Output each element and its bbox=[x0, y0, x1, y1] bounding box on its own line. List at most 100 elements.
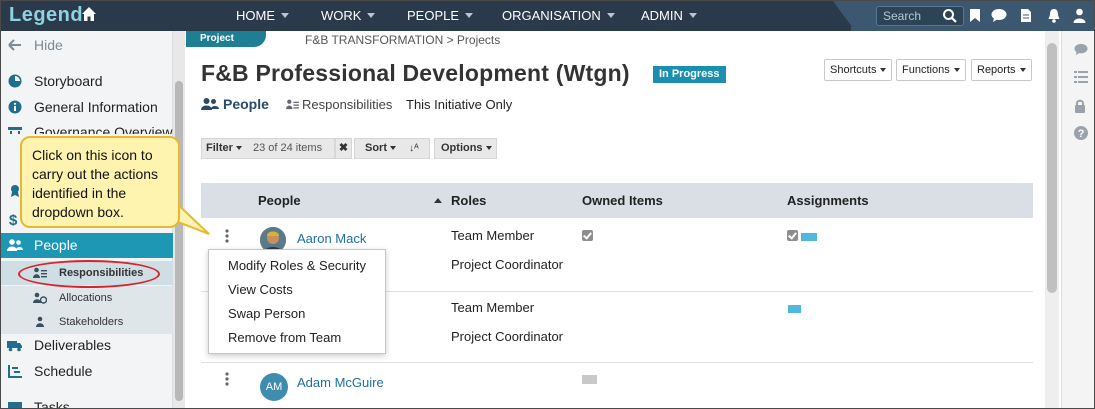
sidebar-item-people[interactable]: People bbox=[1, 233, 173, 258]
tab-people[interactable]: People bbox=[223, 96, 269, 112]
sidebar-item-label: Deliverables bbox=[34, 337, 112, 353]
sidebar-item-tasks[interactable]: Tasks bbox=[1, 395, 173, 409]
sidebar-subitem-allocations[interactable]: Allocations bbox=[1, 286, 173, 310]
list-icon[interactable] bbox=[1074, 71, 1088, 83]
sort-alpha-icon[interactable]: ↓ᴬ bbox=[409, 143, 419, 154]
sidebar-item-storyboard[interactable]: Storyboard bbox=[1, 69, 173, 93]
nav-organisation[interactable]: ORGANISATION bbox=[502, 1, 615, 31]
shortcuts-label: Shortcuts bbox=[830, 64, 877, 76]
svg-text:?: ? bbox=[1078, 128, 1085, 140]
governance-icon bbox=[8, 127, 22, 134]
highlight-oval bbox=[18, 260, 160, 288]
chevron-down-icon bbox=[1019, 68, 1026, 72]
column-header-owned-items[interactable]: Owned Items bbox=[582, 183, 663, 218]
menu-item-modify-roles-security[interactable]: Modify Roles & Security bbox=[228, 258, 366, 273]
home-icon[interactable] bbox=[81, 6, 97, 22]
stakeholders-icon bbox=[36, 316, 44, 327]
filter-this-initiative-only[interactable]: This Initiative Only bbox=[406, 97, 512, 112]
role-text: Project Coordinator bbox=[451, 257, 563, 272]
nav-admin-label: ADMIN bbox=[641, 8, 683, 23]
chevron-down-icon bbox=[390, 146, 396, 150]
role-text: Team Member bbox=[451, 228, 535, 243]
reports-label: Reports bbox=[977, 64, 1016, 76]
role-text: Project Coordinator bbox=[451, 329, 563, 344]
functions-button[interactable]: Functions bbox=[896, 59, 966, 81]
nav-admin[interactable]: ADMIN bbox=[641, 1, 697, 31]
person-name-link[interactable]: Adam McGuire bbox=[297, 375, 384, 390]
lock-icon[interactable] bbox=[1074, 99, 1086, 113]
chevron-down-icon bbox=[485, 146, 492, 150]
sidebar-scrollbar-thumb[interactable] bbox=[175, 81, 183, 401]
chevron-down-icon bbox=[880, 68, 887, 72]
filter-label[interactable]: Filter bbox=[206, 142, 233, 154]
filter-control[interactable]: Filter 23 of 24 items bbox=[201, 138, 335, 159]
assignment-checkbox[interactable] bbox=[787, 230, 798, 241]
close-icon: ✖ bbox=[338, 142, 349, 154]
chat-icon[interactable] bbox=[991, 8, 1007, 23]
chevron-down-icon bbox=[281, 13, 289, 18]
search-icon[interactable] bbox=[942, 8, 958, 24]
sidebar-subitem-stakeholders[interactable]: Stakeholders bbox=[1, 310, 173, 334]
main-scrollbar-thumb[interactable] bbox=[1047, 43, 1057, 293]
main-scrollbar[interactable] bbox=[1045, 31, 1059, 408]
avatar: AM bbox=[260, 373, 288, 401]
row-actions-kebab-icon[interactable] bbox=[225, 229, 229, 243]
storyboard-icon bbox=[8, 74, 22, 88]
sidebar-hide-label: Hide bbox=[34, 37, 63, 53]
breadcrumb[interactable]: F&B TRANSFORMATION > Projects bbox=[305, 33, 500, 47]
app-window: Legend HOME WORK PEOPLE ORGANISATION ADM… bbox=[0, 0, 1095, 409]
sidebar-item-label: Governance Overview bbox=[34, 124, 173, 134]
top-navigation-bar: Legend HOME WORK PEOPLE ORGANISATION ADM… bbox=[1, 1, 1094, 31]
sort-asc-icon[interactable] bbox=[434, 183, 442, 218]
chevron-down-icon bbox=[235, 146, 242, 150]
sidebar-item-deliverables[interactable]: Deliverables bbox=[1, 333, 173, 357]
sidebar-subitem-label: Stakeholders bbox=[59, 316, 124, 328]
bookmark-icon[interactable] bbox=[969, 8, 981, 23]
comment-icon[interactable] bbox=[1074, 43, 1088, 56]
sort-control[interactable]: Sort ↓ᴬ bbox=[354, 138, 430, 159]
svg-text:$: $ bbox=[9, 212, 18, 226]
sidebar-item-schedule[interactable]: Schedule bbox=[1, 359, 173, 383]
row-divider bbox=[201, 362, 1033, 363]
shortcuts-button[interactable]: Shortcuts bbox=[824, 59, 893, 81]
info-icon bbox=[8, 100, 22, 114]
table-header: People Roles Owned Items Assignments bbox=[201, 183, 1033, 218]
user-icon[interactable] bbox=[1073, 8, 1086, 23]
truck-icon bbox=[7, 341, 22, 352]
sort-label: Sort bbox=[365, 142, 387, 154]
menu-item-view-costs[interactable]: View Costs bbox=[228, 282, 293, 297]
column-header-assignments[interactable]: Assignments bbox=[787, 183, 869, 218]
options-control[interactable]: Options bbox=[434, 138, 497, 159]
arrow-left-icon bbox=[8, 39, 21, 51]
project-tab[interactable]: Project bbox=[186, 31, 266, 47]
column-header-people[interactable]: People bbox=[258, 183, 301, 218]
sidebar-subitem-label: Allocations bbox=[59, 292, 113, 304]
chevron-down-icon bbox=[688, 13, 697, 18]
menu-item-remove-from-team[interactable]: Remove from Team bbox=[228, 330, 341, 345]
owned-items-checkbox[interactable] bbox=[582, 230, 593, 241]
help-icon[interactable]: ? bbox=[1074, 126, 1088, 140]
nav-people[interactable]: PEOPLE bbox=[407, 1, 474, 31]
owned-items-bar bbox=[582, 375, 597, 384]
menu-item-swap-person[interactable]: Swap Person bbox=[228, 306, 305, 321]
row-actions-kebab-icon[interactable] bbox=[225, 372, 229, 386]
column-header-roles[interactable]: Roles bbox=[451, 183, 486, 218]
clear-filter-button[interactable]: ✖ bbox=[335, 138, 352, 159]
chevron-down-icon bbox=[953, 68, 960, 72]
document-icon[interactable] bbox=[1020, 8, 1032, 23]
sidebar-item-label: General Information bbox=[34, 99, 158, 115]
chevron-down-icon bbox=[606, 13, 615, 18]
status-badge: In Progress bbox=[653, 66, 726, 83]
bell-icon[interactable] bbox=[1047, 8, 1061, 23]
sidebar-item-governance-overview[interactable]: Governance Overview bbox=[1, 120, 173, 134]
sidebar-item-general-information[interactable]: General Information bbox=[1, 95, 173, 119]
app-logo[interactable]: Legend bbox=[9, 4, 83, 27]
nav-home[interactable]: HOME bbox=[236, 1, 289, 31]
nav-work[interactable]: WORK bbox=[321, 1, 376, 31]
tab-responsibilities[interactable]: Responsibilities bbox=[302, 97, 392, 112]
reports-button[interactable]: Reports bbox=[971, 59, 1032, 81]
sidebar-item-label: Tasks bbox=[34, 399, 70, 409]
person-name-link[interactable]: Aaron Mack bbox=[297, 231, 366, 246]
sidebar-item-label: Storyboard bbox=[34, 73, 103, 89]
sidebar-hide[interactable]: Hide bbox=[1, 33, 173, 57]
